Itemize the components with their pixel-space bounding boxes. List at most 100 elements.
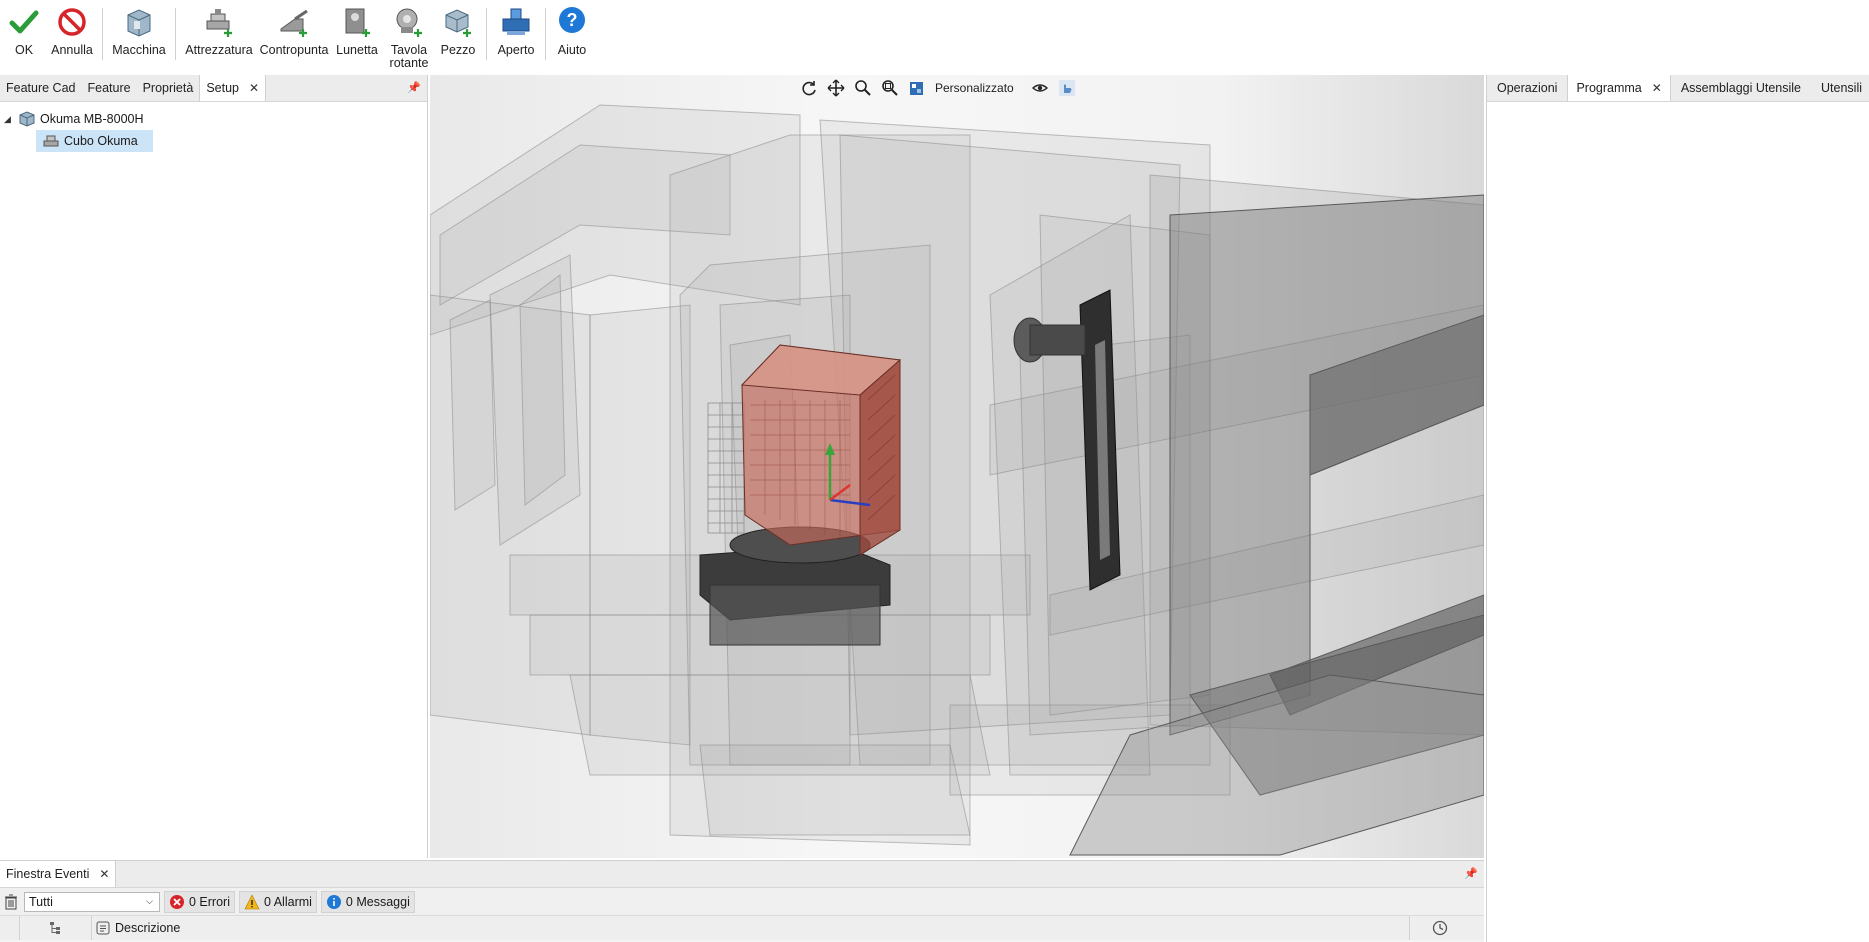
checkmark-icon — [9, 10, 39, 34]
lunetta-button[interactable]: Lunetta — [330, 0, 384, 72]
tab-setup[interactable]: Setup ✕ — [199, 75, 267, 101]
messages-filter-button[interactable]: 0 Messaggi — [320, 890, 415, 913]
event-tab-label: Finestra Eventi — [6, 867, 90, 881]
machine-3d-scene — [430, 104, 1484, 856]
trash-icon[interactable] — [2, 893, 20, 911]
event-filter-value: Tutti — [29, 894, 53, 909]
help-icon: ? — [559, 7, 585, 33]
zoom-fit-icon[interactable] — [881, 79, 899, 97]
annulla-button[interactable]: Annulla — [46, 0, 98, 72]
machine-icon — [19, 111, 35, 127]
tab-proprieta[interactable]: Proprietà — [137, 75, 200, 101]
tree-node-machine-label: Okuma MB-8000H — [40, 112, 144, 126]
col-description-label: Descrizione — [115, 921, 181, 935]
tree-node-fixture[interactable]: Cubo Okuma — [36, 130, 153, 152]
cancel-icon — [58, 8, 86, 36]
left-tabbar: Feature Cad Feature Proprietà Setup ✕ 📌 — [0, 75, 427, 102]
tree-node-machine[interactable]: ◢ Okuma MB-8000H — [0, 108, 427, 130]
errors-filter-button[interactable]: 0 Errori — [164, 890, 235, 913]
col-hierarchy[interactable] — [20, 916, 92, 940]
close-icon[interactable]: ✕ — [1652, 81, 1662, 95]
machine-icon — [127, 9, 151, 37]
aiuto-label: Aiuto — [557, 43, 587, 57]
description-icon — [96, 921, 110, 935]
macchina-button[interactable]: Macchina — [107, 0, 171, 72]
messages-count: 0 Messaggi — [345, 894, 410, 909]
right-tabbar: Operazioni Programma ✕ Assemblaggi Utens… — [1487, 75, 1869, 102]
chevron-down-icon: ⌵ — [146, 896, 153, 906]
close-icon[interactable]: ✕ — [249, 81, 259, 95]
aiuto-button[interactable]: ? Aiuto — [550, 0, 594, 72]
ok-button[interactable]: OK — [2, 0, 46, 72]
close-icon[interactable]: ✕ — [99, 867, 109, 881]
right-panel: Operazioni Programma ✕ Assemblaggi Utens… — [1486, 75, 1869, 942]
rotate-icon[interactable] — [800, 79, 818, 97]
tab-programma[interactable]: Programma ✕ — [1567, 75, 1671, 101]
hierarchy-icon — [49, 922, 60, 934]
collapse-arrow-icon[interactable]: ◢ — [4, 114, 14, 125]
event-filter-bar: Tutti ⌵ 0 Errori 0 Allarmi 0 Messaggi — [0, 888, 1484, 916]
col-description[interactable]: Descrizione — [92, 916, 1410, 940]
viewport-toolbar: Personalizzato — [800, 79, 1076, 97]
macchina-label: Macchina — [112, 43, 166, 57]
tavola-label-line1: Tavola — [390, 43, 428, 57]
alarms-count: 0 Allarmi — [263, 894, 312, 909]
app-window: OK Annulla Macchina Attrezzatura Controp… — [0, 0, 1869, 942]
toolbar-separator — [545, 8, 546, 60]
ok-label: OK — [14, 43, 34, 57]
tree-node-fixture-label: Cubo Okuma — [64, 134, 138, 148]
steady-rest-add-icon — [345, 8, 370, 37]
select-hand-icon[interactable] — [1058, 79, 1076, 97]
event-window: Finestra Eventi ✕ 📌 Tutti ⌵ 0 Errori 0 A… — [0, 860, 1484, 942]
workpiece-add-icon — [445, 9, 471, 37]
tavola-rotante-button[interactable]: Tavola rotante — [384, 0, 434, 72]
rotary-table-add-icon — [396, 8, 422, 37]
attrezzatura-button[interactable]: Attrezzatura — [180, 0, 258, 72]
tab-setup-label: Setup — [206, 81, 239, 95]
pezzo-button[interactable]: Pezzo — [434, 0, 482, 72]
pezzo-label: Pezzo — [440, 43, 476, 57]
tab-feature[interactable]: Feature — [81, 75, 136, 101]
tab-operazioni[interactable]: Operazioni — [1487, 75, 1567, 101]
info-icon — [326, 894, 341, 909]
tab-programma-label: Programma — [1576, 81, 1642, 95]
visibility-icon[interactable] — [1031, 79, 1049, 97]
fixture-add-icon — [206, 9, 232, 37]
toolbar: OK Annulla Macchina Attrezzatura Controp… — [0, 0, 1869, 75]
view-cube-icon[interactable] — [908, 79, 926, 97]
errors-count: 0 Errori — [189, 894, 230, 909]
tab-finestra-eventi[interactable]: Finestra Eventi ✕ — [0, 861, 117, 887]
event-tabbar: Finestra Eventi ✕ 📌 — [0, 861, 1484, 888]
open-machine-icon — [502, 8, 530, 35]
zoom-icon[interactable] — [854, 79, 872, 97]
toolbar-separator — [102, 8, 103, 60]
svg-text:?: ? — [567, 10, 578, 30]
setup-tree: ◢ Okuma MB-8000H Cubo Okuma — [0, 102, 427, 152]
pin-icon[interactable]: 📌 — [407, 81, 421, 94]
col-time[interactable] — [1410, 916, 1470, 940]
lunetta-label: Lunetta — [336, 43, 378, 57]
pan-icon[interactable] — [827, 79, 845, 97]
tab-feature-cad[interactable]: Feature Cad — [0, 75, 81, 101]
left-panel: Feature Cad Feature Proprietà Setup ✕ 📌 … — [0, 75, 428, 858]
tab-assemblaggi-utensile[interactable]: Assemblaggi Utensile — [1671, 75, 1811, 101]
pin-icon[interactable]: 📌 — [1464, 867, 1478, 880]
toolbar-separator — [175, 8, 176, 60]
toolbar-separator — [486, 8, 487, 60]
event-filter-select[interactable]: Tutti ⌵ — [24, 891, 160, 912]
contropunta-button[interactable]: Contropunta — [258, 0, 330, 72]
tavola-label-line2: rotante — [389, 56, 429, 70]
aperto-button[interactable]: Aperto — [491, 0, 541, 72]
view-mode-label[interactable]: Personalizzato — [935, 81, 1014, 95]
3d-viewport[interactable]: Personalizzato — [430, 75, 1484, 858]
alarms-filter-button[interactable]: 0 Allarmi — [238, 890, 317, 913]
col-blank — [0, 916, 20, 940]
tab-utensili[interactable]: Utensili — [1811, 75, 1869, 101]
fixture-icon — [43, 135, 59, 147]
workpiece-cube — [740, 344, 902, 556]
error-icon — [170, 894, 184, 909]
aperto-label: Aperto — [497, 43, 535, 57]
attrezzatura-label: Attrezzatura — [185, 43, 253, 57]
contropunta-label: Contropunta — [259, 43, 329, 57]
event-columns-header: Descrizione — [0, 916, 1484, 940]
